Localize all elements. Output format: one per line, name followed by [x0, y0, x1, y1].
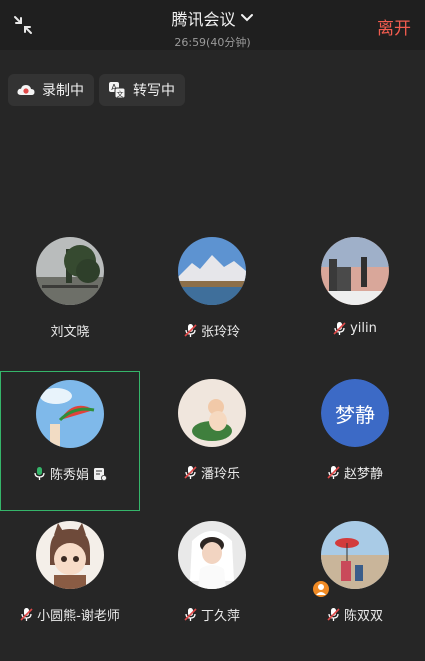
- mic-muted-icon: [184, 608, 197, 621]
- avatar: [321, 237, 389, 305]
- avatar: [36, 380, 104, 448]
- meeting-title: 腾讯会议: [171, 10, 236, 29]
- participant-name: 丁久萍: [200, 609, 240, 624]
- mic-muted-icon: [184, 466, 197, 479]
- avatar: [178, 379, 246, 447]
- meeting-title-area[interactable]: 腾讯会议 26:59(40分钟): [0, 6, 425, 50]
- mic-on-icon: [34, 467, 45, 480]
- mic-muted-icon: [184, 324, 197, 337]
- mic-muted-icon: [327, 608, 340, 621]
- participant-tile[interactable]: 张玲玲: [142, 237, 282, 377]
- recording-label: 录制中: [42, 83, 84, 99]
- participant-tile-active-speaker[interactable]: 陈秀娟: [0, 371, 140, 511]
- avatar: [178, 521, 246, 589]
- participant-tile[interactable]: 梦静 赵梦静: [285, 379, 425, 519]
- participant-name: 张玲玲: [200, 325, 240, 340]
- participant-tile[interactable]: yilin: [285, 237, 425, 377]
- participant-name: 陈秀娟: [49, 468, 89, 483]
- avatar: [178, 237, 246, 305]
- avatar-initials: 梦静: [321, 379, 389, 447]
- participant-name: yilin: [350, 321, 377, 336]
- transcribe-chip[interactable]: A 文 转写中: [99, 74, 185, 106]
- recording-chip[interactable]: 录制中: [8, 74, 94, 106]
- mic-muted-icon: [327, 466, 340, 479]
- participant-name: 陈双双: [343, 609, 383, 624]
- mic-muted-icon: [333, 322, 346, 335]
- mic-muted-icon: [20, 608, 33, 621]
- leave-button[interactable]: 离开: [377, 14, 411, 39]
- participant-tile[interactable]: 潘玲乐: [142, 379, 282, 519]
- participant-name: 小圆熊-谢老师: [37, 609, 120, 624]
- cloud-record-icon: [17, 85, 35, 95]
- avatar: 梦静: [321, 379, 389, 447]
- chevron-down-icon: [240, 14, 253, 22]
- participant-name: 潘玲乐: [200, 467, 240, 482]
- svg-text:文: 文: [117, 90, 124, 99]
- avatar: [36, 237, 104, 305]
- avatar: [321, 521, 389, 589]
- transcribe-icon: A 文: [109, 82, 126, 99]
- transcribe-label: 转写中: [133, 83, 175, 99]
- participant-name: 赵梦静: [343, 467, 383, 482]
- avatar: [36, 521, 104, 589]
- host-badge-icon: [311, 579, 331, 599]
- top-bar: 腾讯会议 26:59(40分钟) 离开: [0, 0, 425, 50]
- participant-name: 刘文晓: [50, 325, 90, 340]
- meeting-duration: 26:59(40分钟): [174, 36, 251, 49]
- participant-tile[interactable]: 丁久萍: [142, 521, 282, 661]
- participant-tile[interactable]: 刘文晓: [0, 237, 140, 377]
- participant-tile[interactable]: 小圆熊-谢老师: [0, 521, 140, 661]
- document-icon: [94, 467, 107, 481]
- participant-tile[interactable]: 陈双双: [285, 521, 425, 661]
